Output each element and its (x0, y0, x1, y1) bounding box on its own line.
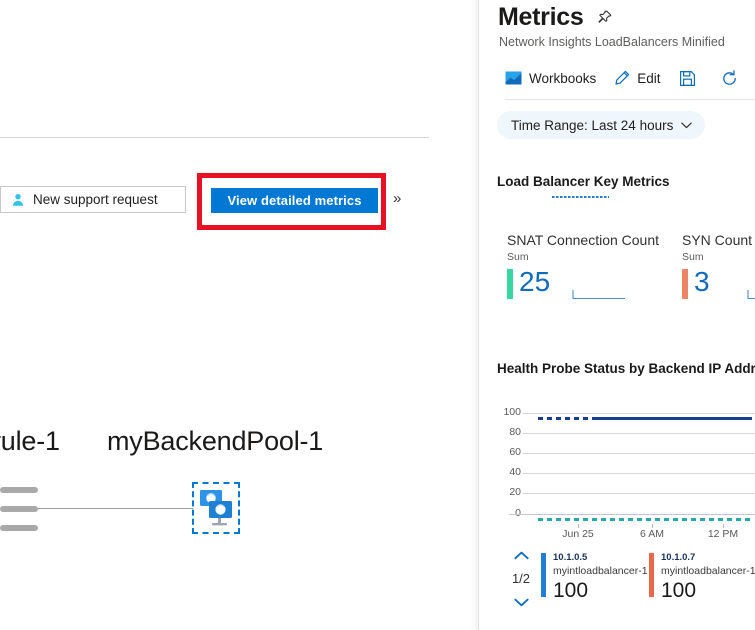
panel-edge-shadow (470, 0, 478, 630)
legend-color-swatch (541, 553, 546, 597)
left-content-region: New support request View detailed metric… (0, 0, 478, 630)
legend-color-swatch (649, 553, 654, 597)
edit-label: Edit (637, 70, 661, 86)
chart-series-low (538, 518, 752, 521)
metric-aggregation: Sum (682, 251, 704, 263)
metric-tile-syn-count[interactable]: SYN Count Sum 3 (682, 231, 752, 299)
diagram-label-backend-pool: myBackendPool-1 (107, 426, 324, 456)
chart-legend: 1/2 10.1.0.5 myintloadbalancer-1 100 10.… (497, 551, 755, 609)
person-icon (12, 193, 24, 206)
backend-pool-vm-icon[interactable] (196, 486, 236, 530)
toolbar-divider (505, 99, 755, 100)
metric-accent-bar (682, 269, 688, 299)
chart-gridline (523, 413, 755, 414)
x-axis-tick-label: Jun 25 (562, 528, 594, 540)
chart-gridline (523, 453, 755, 454)
edit-button[interactable]: Edit (614, 65, 661, 91)
metric-name: SYN Count (682, 232, 753, 248)
view-detailed-metrics-button[interactable]: View detailed metrics (211, 188, 378, 213)
diagram-rule-bar (0, 487, 38, 493)
legend-text: 10.1.0.7 myintloadbalancer-1 100 (661, 552, 755, 603)
y-axis-tick-label: 20 (509, 486, 521, 498)
chart-gridline (523, 493, 755, 494)
y-axis-tick-label: 80 (509, 426, 521, 438)
chart-axis-baseline (509, 514, 755, 515)
panel-subtitle: Network Insights LoadBalancers Minified (499, 35, 725, 49)
chart-gridline-row: 60 (497, 445, 755, 462)
page-title: Metrics (498, 3, 584, 31)
legend-text: 10.1.0.5 myintloadbalancer-1 100 (553, 552, 648, 603)
pin-icon[interactable] (597, 10, 612, 25)
diagram-label-rule: rule-1 (0, 426, 60, 456)
chart-series-high (538, 417, 752, 420)
metric-sparkline (747, 288, 755, 300)
metric-value: 3 (694, 266, 710, 297)
metric-accent-bar (507, 269, 513, 299)
y-axis-tick-label: 40 (509, 466, 521, 478)
new-support-request-button[interactable]: New support request (0, 186, 186, 213)
y-axis-tick-label: 60 (509, 446, 521, 458)
workbooks-icon (505, 71, 522, 84)
chevron-down-icon (681, 122, 693, 128)
chart-gridline-row: 40 (497, 465, 755, 482)
legend-value: 100 (661, 579, 697, 602)
refresh-button[interactable] (721, 65, 745, 91)
chevron-down-icon[interactable] (513, 598, 529, 607)
chart-gridline (523, 473, 755, 474)
diagram-connector-line (38, 508, 193, 509)
overflow-menu-chevrons-icon[interactable]: » (393, 188, 401, 210)
diagram-rule-bar (0, 525, 38, 531)
chart-x-axis: Jun 25 6 AM 12 PM (497, 524, 755, 544)
diagram-rule-bar (0, 506, 38, 512)
metric-name: SNAT Connection Count (507, 232, 660, 248)
new-support-request-label: New support request (33, 192, 158, 207)
legend-pager-count: 1/2 (511, 571, 531, 586)
panel-toolbar: Workbooks Edit (505, 65, 745, 91)
content-divider (0, 137, 429, 138)
legend-item[interactable]: 10.1.0.5 myintloadbalancer-1 100 (541, 552, 648, 603)
metric-aggregation: Sum (507, 251, 529, 263)
load-balancer-topology-diagram: rule-1 myBackendPool-1 (0, 410, 478, 560)
workbooks-button[interactable]: Workbooks (505, 65, 596, 91)
refresh-icon (722, 69, 736, 85)
chart-gridline-row: 20 (497, 485, 755, 502)
legend-pager: 1/2 (508, 551, 534, 607)
chart-gridline (523, 433, 755, 434)
legend-value: 100 (553, 579, 589, 602)
x-axis-tick-label: 12 PM (707, 528, 739, 540)
x-axis-tick-label: 6 AM (640, 528, 664, 540)
metric-value-row: 3 (682, 267, 752, 299)
chart-gridline-row: 80 (497, 425, 755, 442)
legend-ip: 10.1.0.5 (553, 552, 588, 563)
pencil-icon (615, 70, 630, 85)
metric-sparkline (572, 288, 625, 300)
key-metrics-underline (552, 196, 609, 198)
y-axis-tick-label: 100 (503, 406, 521, 418)
save-button[interactable] (679, 65, 703, 91)
legend-ip: 10.1.0.7 (661, 552, 696, 563)
panel-title-row: Metrics (498, 2, 612, 32)
key-metrics-section-header: Load Balancer Key Metrics (497, 174, 670, 189)
legend-item[interactable]: 10.1.0.7 myintloadbalancer-1 100 (649, 552, 755, 603)
time-range-selector[interactable]: Time Range: Last 24 hours (497, 111, 706, 139)
time-range-label: Time Range: Last 24 hours (511, 117, 674, 133)
legend-resource: myintloadbalancer-1 (553, 565, 648, 577)
workbooks-label: Workbooks (529, 70, 597, 86)
chevron-up-icon[interactable] (513, 551, 529, 560)
save-icon (679, 70, 695, 86)
health-probe-chart[interactable]: 100 80 60 40 20 0 (497, 405, 755, 535)
legend-resource: myintloadbalancer-1 (661, 565, 755, 577)
metric-value: 25 (519, 266, 551, 297)
health-probe-section-header: Health Probe Status by Backend IP Addre (497, 361, 755, 376)
